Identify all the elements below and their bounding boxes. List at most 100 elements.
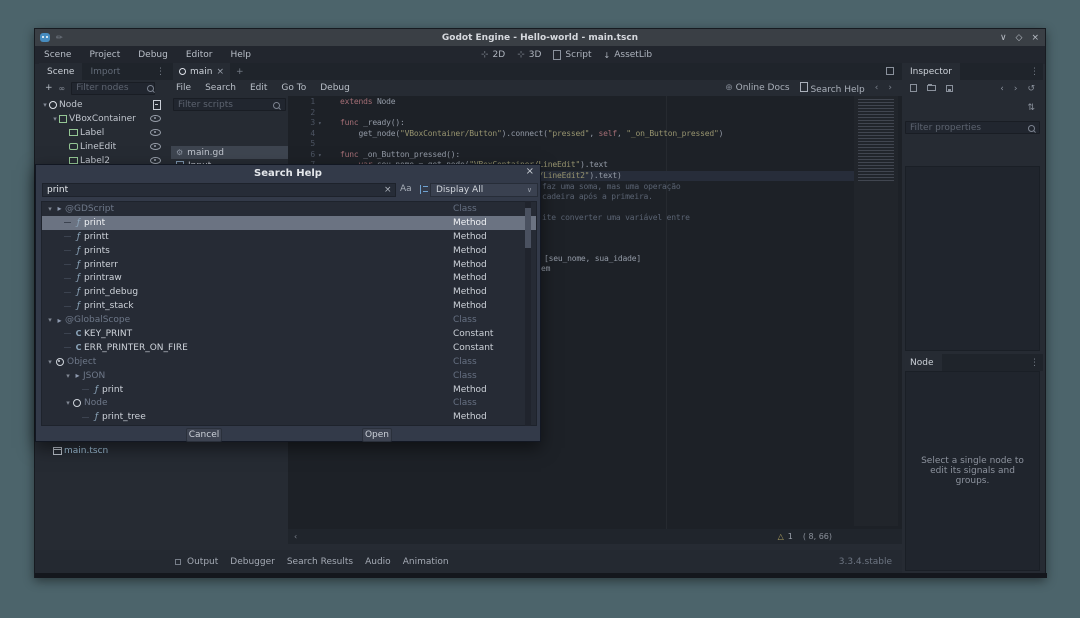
workspace-3d[interactable]: 3D (529, 50, 542, 60)
script-menubar: File Search Edit Go To Debug ⊕ Online Do… (169, 80, 902, 96)
result-row[interactable]: CERR_PRINTER_ON_FIREConstant (42, 341, 536, 355)
menu-editor[interactable]: Editor (182, 50, 217, 60)
menu-goto[interactable]: Go To (278, 83, 309, 93)
menu-debug[interactable]: Debug (134, 50, 172, 60)
menu-help[interactable]: Help (227, 50, 256, 60)
titlebar[interactable]: ✏ Godot Engine - Hello-world - main.tscn… (35, 29, 1045, 46)
menu-project[interactable]: Project (85, 50, 124, 60)
tab-node[interactable]: Node (902, 354, 942, 371)
result-row-selected[interactable]: ƒprintMethod (42, 216, 536, 230)
result-row[interactable]: ƒprint_stackMethod (42, 299, 536, 313)
save-resource-icon[interactable] (946, 85, 953, 92)
help-search-input[interactable] (42, 183, 396, 197)
instance-scene-button[interactable]: ∞ (59, 84, 66, 93)
history-forward-icon[interactable]: › (888, 83, 892, 93)
search-help-dialog: Search Help × × Aa Display All ∨ ▾▸@GDSc… (35, 164, 541, 442)
history-back-icon[interactable]: ‹ (1000, 84, 1004, 94)
method-icon: ƒ (73, 246, 84, 256)
maximize-button[interactable]: ◇ (1016, 33, 1023, 43)
filter-scripts-input[interactable] (173, 98, 286, 111)
scrollbar[interactable] (525, 201, 531, 426)
script-item-maingd[interactable]: ⚙ main.gd (171, 146, 288, 159)
close-button[interactable]: × (1031, 33, 1039, 43)
dock-menu-icon[interactable]: ⋮ (1030, 358, 1039, 368)
dock-menu-icon[interactable]: ⋮ (156, 67, 165, 77)
result-row[interactable]: ▾▸@GlobalScopeClass (42, 313, 536, 327)
menu-scene[interactable]: Scene (40, 50, 75, 60)
script-workspace-icon (553, 50, 561, 60)
close-tab-icon[interactable]: × (217, 67, 225, 77)
bottom-tab-output[interactable]: Output (187, 557, 218, 567)
filter-properties-input[interactable] (905, 121, 1040, 134)
result-row[interactable]: ƒprint_debugMethod (42, 285, 536, 299)
tab-import[interactable]: Import (82, 63, 128, 80)
scene-node-row[interactable]: ▾ VBoxContainer (39, 112, 169, 125)
new-resource-icon[interactable] (910, 84, 917, 92)
result-row[interactable]: CKEY_PRINTConstant (42, 327, 536, 341)
bottom-tab-animation[interactable]: Animation (403, 557, 449, 567)
minimap[interactable] (854, 96, 898, 526)
result-row[interactable]: ▾▸@GDScriptClass (42, 202, 536, 216)
tab-inspector[interactable]: Inspector (902, 63, 960, 80)
bottom-tab-debugger[interactable]: Debugger (230, 557, 275, 567)
menu-search[interactable]: Search (202, 83, 239, 93)
scroll-left-icon[interactable]: ‹ (294, 532, 297, 541)
warning-icon[interactable]: △ (778, 532, 784, 541)
new-tab-button[interactable]: + (236, 67, 244, 77)
history-forward-icon[interactable]: › (1014, 84, 1018, 94)
cancel-button[interactable]: Cancel (186, 428, 222, 442)
visibility-icon[interactable] (150, 143, 161, 150)
result-row[interactable]: ƒprintsMethod (42, 244, 536, 258)
history-back-icon[interactable]: ‹ (875, 83, 879, 93)
workspace-assetlib[interactable]: AssetLib (614, 50, 652, 60)
result-row[interactable]: ƒprintrawMethod (42, 271, 536, 285)
display-filter-select[interactable]: Display All ∨ (430, 183, 538, 197)
add-node-button[interactable]: + (45, 83, 53, 93)
menu-debug[interactable]: Debug (317, 83, 353, 93)
distraction-free-icon[interactable] (886, 67, 894, 75)
tab-main-script[interactable]: main × (173, 63, 230, 80)
open-button[interactable]: Open (362, 428, 392, 442)
collapse-icon[interactable]: ▾ (51, 115, 59, 123)
script-icon[interactable] (153, 100, 161, 110)
result-row[interactable]: ƒprintMethod (42, 383, 536, 397)
load-resource-icon[interactable] (927, 85, 936, 91)
visibility-icon[interactable] (150, 157, 161, 164)
result-row[interactable]: ▾▸JSONClass (42, 369, 536, 383)
result-row[interactable]: ▾ObjectClass (42, 355, 536, 369)
bottom-tab-audio[interactable]: Audio (365, 557, 391, 567)
menu-file[interactable]: File (173, 83, 194, 93)
code-line: 2 (288, 108, 854, 119)
code-line: 3▾func _ready(): (288, 118, 854, 129)
visibility-icon[interactable] (150, 129, 161, 136)
filter-nodes-input[interactable] (71, 82, 155, 95)
filesystem-file-row[interactable]: main.tscn (39, 444, 169, 457)
dock-menu-icon[interactable]: ⋮ (1030, 67, 1039, 77)
dialog-close-icon[interactable]: × (526, 166, 534, 177)
workspace-script[interactable]: Script (565, 50, 591, 60)
online-docs-link[interactable]: ⊕ Online Docs (725, 83, 789, 93)
tab-scene[interactable]: Scene (39, 63, 82, 80)
search-help-link[interactable]: Search Help (800, 82, 865, 95)
case-sensitive-toggle[interactable]: Aa (400, 184, 412, 194)
node-label: Node (59, 100, 83, 110)
clear-search-icon[interactable]: × (384, 185, 392, 195)
scene-node-row[interactable]: LineEdit (39, 140, 169, 153)
scene-node-row[interactable]: ▾ Node (39, 98, 169, 111)
result-row[interactable]: ▾NodeClass (42, 396, 536, 410)
code-line: 1extends Node (288, 97, 854, 108)
collapse-icon[interactable]: ▾ (41, 101, 49, 109)
hierarchy-toggle-icon[interactable] (420, 185, 428, 194)
menu-edit[interactable]: Edit (247, 83, 270, 93)
scrollbar-thumb[interactable] (525, 208, 531, 248)
result-row[interactable]: ƒprinttMethod (42, 230, 536, 244)
bottom-tab-search-results[interactable]: Search Results (287, 557, 353, 567)
result-row[interactable]: ƒprint_treeMethod (42, 410, 536, 424)
visibility-icon[interactable] (150, 115, 161, 122)
object-history-icon[interactable]: ↺ (1027, 84, 1035, 94)
result-row[interactable]: ƒprinterrMethod (42, 258, 536, 272)
minimize-button[interactable]: ∨ (1000, 33, 1007, 43)
workspace-2d[interactable]: 2D (493, 50, 506, 60)
scene-node-row[interactable]: Label (39, 126, 169, 139)
sort-properties-icon[interactable]: ⇅ (1027, 103, 1035, 113)
